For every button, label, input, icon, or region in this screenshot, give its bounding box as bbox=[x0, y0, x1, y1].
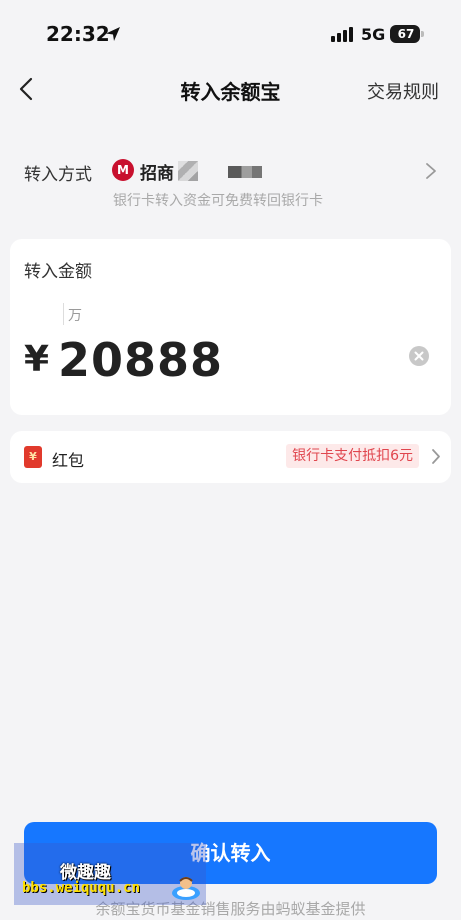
bank-name: 招商 bbox=[140, 164, 174, 184]
red-packet-icon-glyph: ¥ bbox=[29, 450, 37, 463]
trade-rules-link[interactable]: 交易规则 bbox=[367, 78, 439, 104]
amount-input[interactable]: 20888 bbox=[58, 333, 223, 387]
watermark-url: bbs.weiququ.cn bbox=[22, 880, 141, 896]
red-packet-discount-badge: 银行卡支付抵扣6元 bbox=[286, 444, 419, 468]
bank-logo-letter: M bbox=[117, 163, 129, 177]
unit-divider bbox=[63, 303, 64, 325]
location-arrow-icon bbox=[106, 27, 120, 41]
red-packet-icon: ¥ bbox=[24, 446, 42, 468]
amount-title: 转入金额 bbox=[24, 262, 92, 282]
chevron-right-icon[interactable] bbox=[425, 162, 437, 180]
red-packet-label: 红包 bbox=[52, 451, 85, 470]
transfer-method-label: 转入方式 bbox=[24, 165, 92, 185]
chevron-right-icon[interactable] bbox=[431, 448, 441, 465]
signal-icon bbox=[331, 27, 353, 42]
amount-unit-hint: 万 bbox=[68, 308, 82, 324]
clear-circle-icon[interactable] bbox=[409, 346, 429, 366]
redacted-mosaic bbox=[178, 161, 198, 181]
status-bar: 22:32 5G 67 bbox=[0, 0, 461, 66]
watermark-mascot-icon bbox=[172, 877, 200, 900]
bank-logo-icon: M bbox=[112, 159, 134, 181]
battery-icon: 67 bbox=[390, 25, 424, 43]
red-packet-row[interactable]: ¥ 红包 银行卡支付抵扣6元 bbox=[10, 431, 451, 483]
nav-bar: 转入余额宝 交易规则 bbox=[0, 66, 461, 112]
battery-level: 67 bbox=[397, 27, 415, 41]
amount-card: 转入金额 万 ¥ 20888 bbox=[10, 239, 451, 415]
network-type: 5G bbox=[361, 25, 386, 44]
redacted-mosaic bbox=[228, 166, 262, 178]
watermark: 微趣趣 bbs.weiququ.cn bbox=[14, 843, 206, 905]
transfer-method-row[interactable]: 转入方式 M 招商 银行卡转入资金可免费转回银行卡 bbox=[0, 148, 461, 210]
transfer-method-note: 银行卡转入资金可免费转回银行卡 bbox=[113, 193, 323, 209]
status-time: 22:32 bbox=[46, 22, 110, 46]
currency-symbol: ¥ bbox=[24, 339, 50, 380]
